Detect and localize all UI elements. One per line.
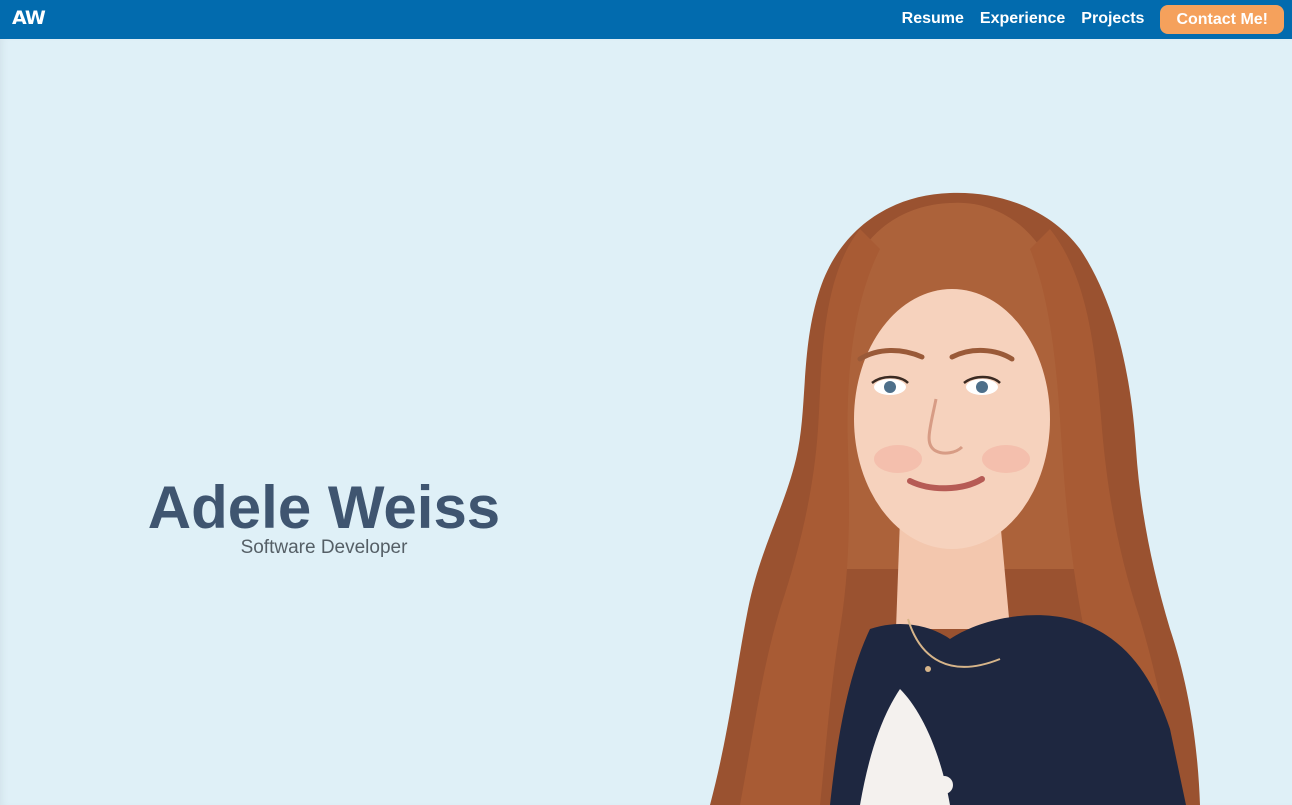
nav-projects-link[interactable]: Projects bbox=[1081, 4, 1144, 34]
hero-section: Adele Weiss Software Developer bbox=[0, 39, 1292, 805]
nav-links: Resume Experience Projects Contact Me! bbox=[902, 4, 1284, 34]
contact-me-button[interactable]: Contact Me! bbox=[1160, 4, 1284, 34]
navbar: AW Resume Experience Projects Contact Me… bbox=[0, 0, 1292, 39]
logo[interactable]: AW bbox=[12, 6, 46, 30]
nav-resume-link[interactable]: Resume bbox=[902, 4, 964, 34]
nav-experience-link[interactable]: Experience bbox=[980, 4, 1065, 34]
hero-text: Adele Weiss Software Developer bbox=[110, 475, 538, 559]
portrait-image bbox=[710, 192, 1200, 805]
hero-name: Adele Weiss bbox=[147, 474, 501, 541]
